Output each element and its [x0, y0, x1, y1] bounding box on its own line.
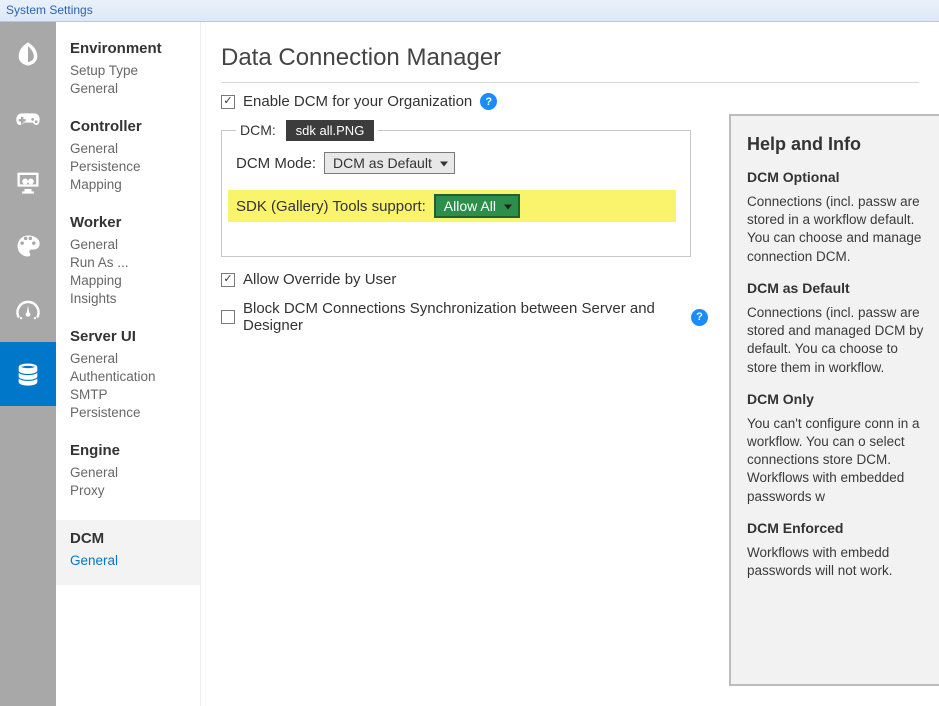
enable-dcm-checkbox[interactable] [221, 95, 235, 109]
nav-link-env-general[interactable]: General [70, 81, 190, 96]
help-body-optional: Connections (incl. passw are stored in a… [747, 193, 929, 266]
window-title-bar: System Settings [0, 0, 939, 22]
block-sync-checkbox[interactable] [221, 310, 235, 324]
allow-override-label: Allow Override by User [243, 271, 396, 288]
dcm-mode-label: DCM Mode: [236, 155, 316, 172]
nav-section-environment: Environment Setup Type General [70, 40, 190, 96]
help-heading-enforced: DCM Enforced [747, 520, 929, 536]
nav-link-ctrl-persistence[interactable]: Persistence [70, 159, 190, 174]
dcm-fieldset-legend: DCM: sdk all.PNG [236, 122, 378, 138]
allow-override-checkbox[interactable] [221, 273, 235, 287]
database-icon [14, 360, 42, 388]
help-body-enforced: Workflows with embedd passwords will not… [747, 544, 929, 580]
help-icon[interactable]: ? [691, 309, 708, 326]
rail-item-environment[interactable] [0, 22, 56, 86]
nav-column: Environment Setup Type General Controlle… [56, 22, 201, 706]
rail-item-server-ui[interactable] [0, 214, 56, 278]
rail-item-dcm[interactable] [0, 342, 56, 406]
nav-link-sui-auth[interactable]: Authentication [70, 369, 190, 384]
dcm-fieldset: DCM: sdk all.PNG DCM Mode: DCM as Defaul… [221, 122, 691, 257]
nav-section-engine: Engine General Proxy [70, 442, 190, 498]
nav-link-ctrl-general[interactable]: General [70, 141, 190, 156]
nav-heading-serverui[interactable]: Server UI [70, 328, 190, 345]
nav-link-setup-type[interactable]: Setup Type [70, 63, 190, 78]
monitor-gears-icon [14, 168, 42, 196]
nav-link-worker-runas[interactable]: Run As ... [70, 255, 190, 270]
dcm-mode-row: DCM Mode: DCM as Default [236, 152, 676, 174]
nav-heading-dcm[interactable]: DCM [70, 530, 190, 547]
help-heading-default: DCM as Default [747, 280, 929, 296]
window-title: System Settings [6, 3, 93, 17]
nav-link-sui-general[interactable]: General [70, 351, 190, 366]
nav-section-worker: Worker General Run As ... Mapping Insigh… [70, 214, 190, 306]
main-content: Data Connection Manager Enable DCM for y… [201, 22, 939, 706]
leaf-icon [14, 40, 42, 68]
nav-link-dcm-general[interactable]: General [70, 553, 190, 568]
gauge-icon [14, 296, 42, 324]
nav-link-ctrl-mapping[interactable]: Mapping [70, 177, 190, 192]
nav-link-sui-smtp[interactable]: SMTP [70, 387, 190, 402]
dcm-mode-value: DCM as Default [333, 155, 432, 171]
nav-link-sui-persistence[interactable]: Persistence [70, 405, 190, 420]
enable-dcm-row: Enable DCM for your Organization ? [221, 93, 919, 110]
legend-text: DCM: [240, 122, 276, 138]
palette-icon [14, 232, 42, 260]
nav-section-controller: Controller General Persistence Mapping [70, 118, 190, 192]
nav-link-worker-general[interactable]: General [70, 237, 190, 252]
nav-section-server-ui: Server UI General Authentication SMTP Pe… [70, 328, 190, 420]
legend-tag: sdk all.PNG [286, 120, 375, 141]
help-body-only: You can't configure conn in a workflow. … [747, 415, 929, 506]
help-heading-optional: DCM Optional [747, 169, 929, 185]
nav-link-worker-mapping[interactable]: Mapping [70, 273, 190, 288]
rail-item-worker[interactable] [0, 150, 56, 214]
gamepad-icon [14, 104, 42, 132]
sdk-support-select[interactable]: Allow All [434, 194, 520, 218]
sdk-support-row: SDK (Gallery) Tools support: Allow All [228, 190, 676, 222]
nav-heading-controller[interactable]: Controller [70, 118, 190, 135]
help-icon[interactable]: ? [480, 93, 497, 110]
rail-item-engine[interactable] [0, 278, 56, 342]
sdk-support-label: SDK (Gallery) Tools support: [236, 198, 426, 215]
rail-item-controller[interactable] [0, 86, 56, 150]
nav-link-worker-insights[interactable]: Insights [70, 291, 190, 306]
nav-link-engine-proxy[interactable]: Proxy [70, 483, 190, 498]
help-heading-only: DCM Only [747, 391, 929, 407]
nav-link-engine-general[interactable]: General [70, 465, 190, 480]
help-panel: Help and Info DCM Optional Connections (… [729, 114, 939, 686]
app-body: Environment Setup Type General Controlle… [0, 22, 939, 706]
nav-section-dcm: DCM General [56, 520, 200, 585]
block-sync-label: Block DCM Connections Synchronization be… [243, 300, 683, 334]
nav-heading-environment[interactable]: Environment [70, 40, 190, 57]
nav-heading-engine[interactable]: Engine [70, 442, 190, 459]
help-title: Help and Info [747, 134, 929, 155]
sdk-support-value: Allow All [444, 198, 496, 214]
page-title: Data Connection Manager [221, 44, 919, 83]
nav-heading-worker[interactable]: Worker [70, 214, 190, 231]
dcm-mode-select[interactable]: DCM as Default [324, 152, 455, 174]
icon-rail [0, 22, 56, 706]
enable-dcm-label: Enable DCM for your Organization [243, 93, 472, 110]
help-body-default: Connections (incl. passw are stored and … [747, 304, 929, 377]
